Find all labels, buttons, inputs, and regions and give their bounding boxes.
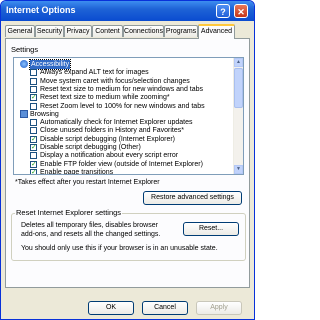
scroll-up-arrow-icon[interactable]: ▲: [234, 58, 243, 67]
tab-content[interactable]: Content: [92, 25, 123, 37]
checkbox[interactable]: [30, 77, 37, 85]
tab-connections[interactable]: Connections: [123, 25, 164, 37]
scroll-down-arrow-icon[interactable]: ▼: [234, 165, 243, 174]
checkbox[interactable]: ✓: [30, 135, 37, 143]
checkbox[interactable]: ✓: [30, 160, 37, 168]
accessibility-icon: [20, 60, 28, 68]
reset-button[interactable]: Reset...: [183, 222, 239, 236]
tab-privacy[interactable]: Privacy: [64, 25, 92, 37]
checkbox[interactable]: ✓: [30, 144, 37, 151]
setting-row[interactable]: ✓ Enable page transitions: [14, 168, 233, 175]
reset-warning: You should only use this if your browser…: [21, 245, 218, 252]
checkbox[interactable]: [30, 119, 37, 127]
tab-advanced[interactable]: Advanced: [198, 24, 235, 39]
checkbox[interactable]: [30, 152, 37, 160]
checkbox[interactable]: ✓: [30, 94, 37, 102]
ok-button[interactable]: OK: [88, 301, 134, 315]
help-button[interactable]: ?: [216, 4, 230, 18]
window-title: Internet Options: [6, 5, 76, 15]
reset-group-label: Reset Internet Explorer settings: [15, 208, 123, 217]
checkbox[interactable]: [30, 85, 37, 93]
reset-description-line1: Deletes all temporary files, disables br…: [21, 222, 158, 229]
restart-note: *Takes effect after you restart Internet…: [15, 179, 160, 186]
checkbox[interactable]: ✓: [30, 168, 37, 174]
checkbox[interactable]: [30, 69, 37, 77]
title-bar[interactable]: Internet Options ? ✕: [1, 1, 254, 21]
close-button[interactable]: ✕: [234, 4, 248, 18]
apply-button: Apply: [196, 301, 242, 315]
checkbox[interactable]: [30, 127, 37, 135]
tab-security[interactable]: Security: [35, 25, 64, 37]
restore-advanced-settings-button[interactable]: Restore advanced settings: [143, 191, 242, 205]
reset-description-line2: add-ons, and resets all the changed sett…: [21, 231, 161, 238]
settings-scrollbar[interactable]: ▲ ▼: [233, 58, 243, 174]
scroll-thumb[interactable]: [234, 68, 243, 108]
setting-label: Enable page transitions: [40, 168, 114, 175]
close-icon: ✕: [237, 7, 245, 17]
tab-general[interactable]: General: [5, 25, 35, 37]
internet-options-dialog: Internet Options ? ✕ General Security Pr…: [0, 0, 255, 320]
browsing-icon: [20, 109, 28, 118]
tab-programs[interactable]: Programs: [164, 25, 198, 37]
help-icon: ?: [220, 7, 226, 17]
cancel-button[interactable]: Cancel: [142, 301, 188, 315]
settings-group-label: Settings: [11, 45, 39, 54]
settings-list[interactable]: Accessibility Always expand ALT text for …: [13, 57, 244, 175]
checkbox[interactable]: [30, 102, 37, 110]
